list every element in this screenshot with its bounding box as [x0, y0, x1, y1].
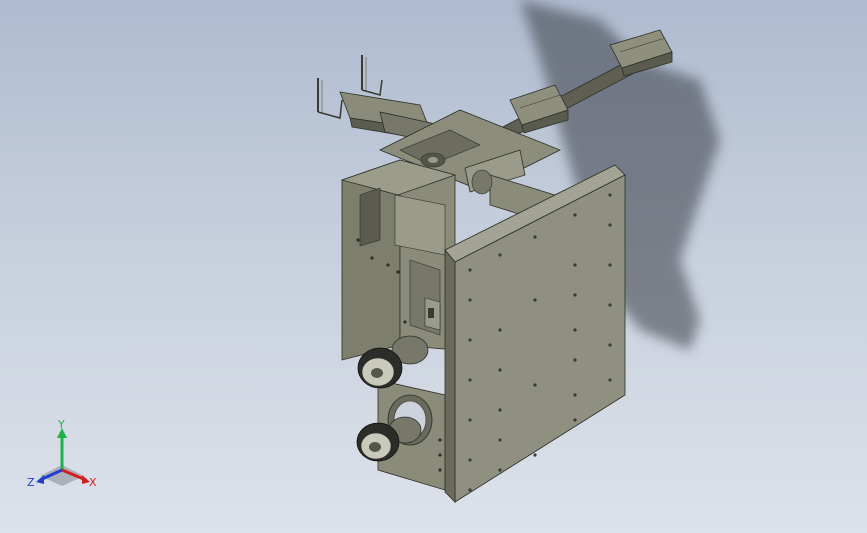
z-arrow-icon: [36, 475, 44, 484]
main-housing-left[interactable]: [340, 159, 457, 361]
triad-x-label: X: [89, 476, 97, 489]
coordinate-triad: Y X Z: [24, 418, 104, 495]
3d-model-view[interactable]: [0, 0, 867, 533]
side-sensor-bracket[interactable]: [424, 297, 441, 331]
triad-y-label: Y: [57, 420, 65, 431]
front-mounting-plate[interactable]: [444, 164, 626, 503]
triad-z-label: Z: [27, 476, 35, 489]
cad-graphics-viewport[interactable]: Y X Z: [0, 0, 867, 533]
